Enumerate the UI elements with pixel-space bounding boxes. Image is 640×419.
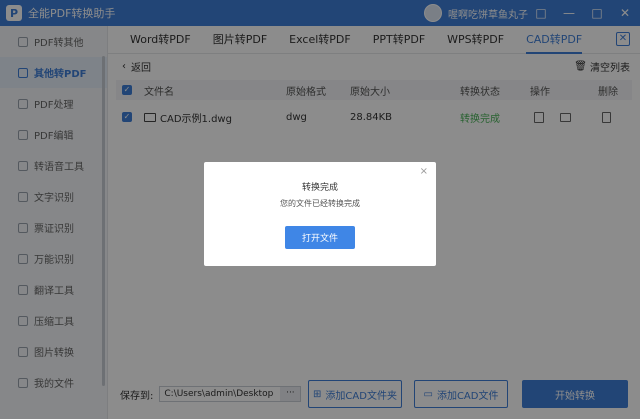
open-file-button[interactable]: 打开文件 bbox=[285, 226, 355, 249]
dialog-title: 转换完成 bbox=[301, 183, 338, 193]
conversion-complete-dialog: × 转换完成 您的文件已经转换完成 打开文件 bbox=[204, 162, 436, 266]
dialog-message: 您的文件已经转换完成 bbox=[280, 199, 360, 208]
close-icon[interactable]: × bbox=[420, 166, 428, 177]
